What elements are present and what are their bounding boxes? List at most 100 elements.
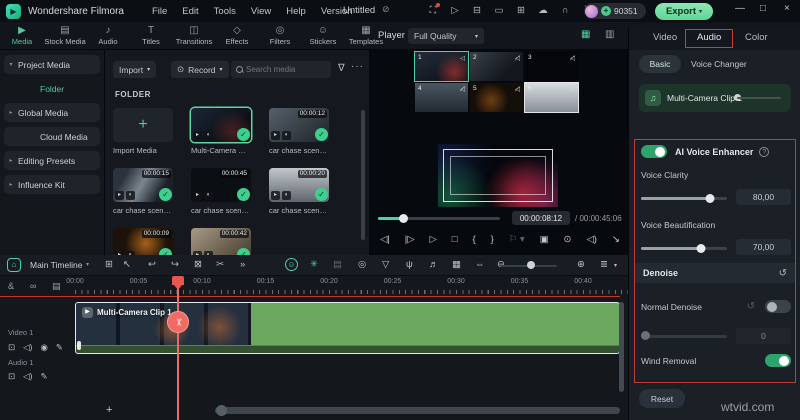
account-widget[interactable]: + 90351 xyxy=(584,3,646,19)
reset-section-icon[interactable]: ↺ xyxy=(779,268,787,279)
marker-button[interactable]: ⚐ ▾ xyxy=(509,234,525,245)
lock-icon[interactable]: ⊡ xyxy=(8,342,15,353)
marker-icon[interactable]: ▽ xyxy=(382,259,389,270)
audio-mixer-icon[interactable]: ♬ xyxy=(429,259,439,270)
menu-item[interactable]: Help xyxy=(286,6,306,17)
camera-cell[interactable]: 5 ◁̸ xyxy=(470,83,523,112)
previous-frame-button[interactable]: ◁| xyxy=(380,234,390,245)
timeline-name[interactable]: Main Timeline xyxy=(30,260,82,270)
timeline-ruler[interactable]: &∞▤ 00:0000:0500:1000:1500:2000:2500:300… xyxy=(0,276,628,298)
add-track-button[interactable]: + xyxy=(106,404,112,416)
ribbon-tab[interactable]: ◇ Effects xyxy=(219,22,255,46)
card-icon[interactable]: ▭ xyxy=(492,3,506,17)
play-button[interactable]: ▷ xyxy=(429,234,436,245)
audio-clip-strip[interactable]: ♫ Multi-Camera Clip 1 xyxy=(639,84,791,112)
delete-icon[interactable]: ⊠ xyxy=(194,259,202,270)
snapshot-button[interactable]: ⊙ xyxy=(564,234,572,245)
fullscreen-button[interactable]: ↘ xyxy=(612,234,620,245)
slider-handle[interactable] xyxy=(641,331,650,340)
record-voiceover-icon[interactable]: ◎ xyxy=(358,259,366,270)
sidebar-item[interactable]: ▾ Project Media xyxy=(4,55,100,74)
tab-color[interactable]: Color xyxy=(745,32,768,43)
playhead-line[interactable] xyxy=(177,276,179,420)
media-scrollbar[interactable] xyxy=(361,110,365,240)
share-icon[interactable]: ▷ xyxy=(448,3,462,17)
hide-track-icon[interactable]: ◉ xyxy=(41,342,48,353)
seek-bar[interactable] xyxy=(378,217,500,220)
sidebar-item[interactable]: ▸ Editing Presets xyxy=(4,151,100,170)
slider-handle[interactable] xyxy=(705,194,714,203)
import-button[interactable]: Import▾ xyxy=(113,61,156,78)
timeline-clip[interactable]: ▶ Multi-Camera Clip 1 xyxy=(75,302,620,354)
camera-audio-icon[interactable]: ◁̸ xyxy=(460,85,465,93)
media-search[interactable] xyxy=(231,61,331,78)
ai-effect-icon[interactable]: ✳ xyxy=(310,259,318,270)
minimize-button[interactable]: — xyxy=(735,3,745,14)
save-icon[interactable]: ⊞ xyxy=(514,3,528,17)
menu-item[interactable]: Tools xyxy=(214,6,236,17)
render-preview-icon[interactable]: ▦ xyxy=(452,259,461,270)
camera-audio-icon[interactable]: ◁̸ xyxy=(515,85,520,93)
ribbon-tab[interactable]: ☺ Stickers xyxy=(305,22,341,46)
seek-handle[interactable] xyxy=(399,214,408,223)
mark-out-button[interactable]: } xyxy=(491,234,494,245)
more-options-icon[interactable]: ··· xyxy=(351,61,364,72)
export-button[interactable]: Export▾ xyxy=(655,3,713,20)
normal-denoise-toggle[interactable] xyxy=(765,300,791,313)
scrollbar-knob[interactable] xyxy=(216,405,227,416)
home-icon[interactable]: ⌂ xyxy=(7,258,21,272)
camera-cell[interactable]: 1 ◁ xyxy=(415,52,468,81)
chevron-down-icon[interactable]: ▾ xyxy=(614,262,617,269)
zoom-in-icon[interactable]: ⊕ xyxy=(577,259,585,270)
clip-volume-slider[interactable] xyxy=(737,97,781,99)
help-icon[interactable]: ? xyxy=(759,147,769,157)
record-button[interactable]: ⊙ Record▾ xyxy=(171,61,229,78)
timeline-zoom-handle[interactable] xyxy=(527,261,535,269)
crop-icon[interactable]: ▤ xyxy=(333,259,342,270)
sidebar-item[interactable]: Cloud Media xyxy=(4,127,100,146)
track-manager-icon[interactable]: ≣ xyxy=(600,259,608,270)
timeline-vertical-scrollbar[interactable] xyxy=(619,302,624,392)
slider-value[interactable]: 80,00 xyxy=(736,189,791,205)
scopes-icon[interactable]: ▥ xyxy=(605,29,614,40)
sidebar-item[interactable]: Folder xyxy=(4,79,100,98)
slider-track[interactable] xyxy=(641,335,727,338)
ribbon-tab[interactable]: ◎ Filters xyxy=(262,22,298,46)
slider-handle[interactable] xyxy=(697,244,706,253)
playhead-handle[interactable] xyxy=(172,276,184,285)
media-item[interactable]: 00:00:45 ▸◐ ✓ car chase scene 1 xyxy=(191,168,251,215)
track-effects-icon[interactable]: ✎ xyxy=(56,342,63,353)
media-item[interactable]: 00:00:20 ▸◐ ✓ car chase scene 5 xyxy=(269,168,329,215)
slider-track[interactable] xyxy=(641,197,727,200)
cloud-upload-icon[interactable]: ☁ xyxy=(536,3,550,17)
ai-portrait-icon[interactable]: ☺ xyxy=(285,258,298,271)
link-icon[interactable]: ∞ xyxy=(30,281,36,291)
sidebar-item[interactable]: ▸ Influence Kit xyxy=(4,175,100,194)
media-item[interactable]: + Import Media xyxy=(113,108,173,155)
reset-button[interactable]: Reset xyxy=(639,389,685,408)
camera-audio-icon[interactable]: ◁̸ xyxy=(570,85,575,93)
media-item[interactable]: 00:00:15 ▸◐ ✓ car chase scene 2 xyxy=(113,168,173,215)
undo-icon[interactable]: ↩ xyxy=(148,259,156,270)
gift-icon[interactable]: ⛶ xyxy=(426,3,440,17)
mute-icon[interactable]: ◁) xyxy=(23,371,32,382)
next-frame-button[interactable]: |▷ xyxy=(405,234,415,245)
camera-cell[interactable]: 6 ◁̸ xyxy=(525,83,578,112)
more-tools-icon[interactable]: » xyxy=(240,259,245,270)
mute-icon[interactable]: ◁) xyxy=(23,342,32,353)
track-effects-icon[interactable]: ✎ xyxy=(41,371,48,382)
project-settings-icon[interactable]: ⊟ xyxy=(470,3,484,17)
slider-value[interactable]: 70,00 xyxy=(736,239,791,255)
menu-item[interactable]: View xyxy=(251,6,271,17)
avatar[interactable] xyxy=(585,5,598,18)
ai-voice-enhancer-toggle[interactable] xyxy=(641,145,667,158)
mic-icon[interactable]: ψ xyxy=(406,259,413,270)
split-icon[interactable]: ✂ xyxy=(216,259,224,270)
denoise-section-header[interactable]: Denoise ↺ xyxy=(634,263,796,283)
tab-video[interactable]: Video xyxy=(653,32,677,43)
clip-trim-handle[interactable] xyxy=(77,341,81,350)
camera-cell[interactable]: 3 ◁̸ xyxy=(525,52,578,81)
subtab-voice-changer[interactable]: Voice Changer xyxy=(691,59,747,69)
mark-in-button[interactable]: { xyxy=(472,234,475,245)
ribbon-tab[interactable]: ▶ Media xyxy=(4,22,40,46)
